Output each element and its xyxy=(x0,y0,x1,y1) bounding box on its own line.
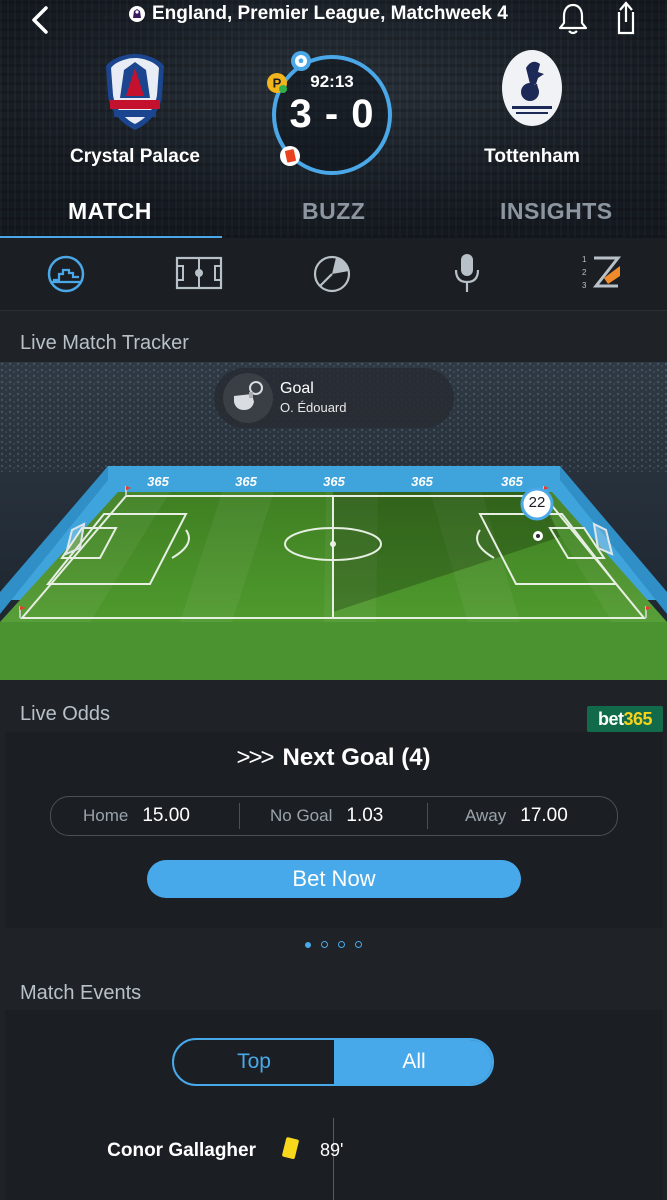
odds-option-away[interactable]: Away 17.00 xyxy=(465,797,568,835)
odds-title: Live Odds xyxy=(20,703,111,725)
ad-board-text: 365 xyxy=(411,474,433,489)
filter-all-button[interactable]: All xyxy=(334,1040,492,1084)
event-minute: 89' xyxy=(320,1140,344,1160)
events-filter-toggle: Top All xyxy=(172,1038,494,1086)
odds-label: No Goal xyxy=(270,806,333,825)
odds-option-home[interactable]: Home 15.00 xyxy=(83,797,190,835)
svg-text:2: 2 xyxy=(582,268,587,277)
away-team-name[interactable]: Tottenham xyxy=(442,146,622,168)
svg-text:3: 3 xyxy=(582,281,587,290)
odds-label: Away xyxy=(465,806,507,825)
filter-top-button[interactable]: Top xyxy=(174,1040,334,1084)
odds-divider xyxy=(427,803,428,829)
premier-league-icon xyxy=(129,6,145,22)
league-info: England, Premier League, Matchweek 4 xyxy=(128,2,508,26)
ad-board-text: 365 xyxy=(235,474,257,489)
bell-icon[interactable] xyxy=(557,2,589,36)
ad-board-text: 365 xyxy=(323,474,345,489)
ad-board-text: 365 xyxy=(147,474,169,489)
odds-option-no-goal[interactable]: No Goal 1.03 xyxy=(270,797,383,835)
tab-buzz[interactable]: BUZZ xyxy=(302,198,365,225)
tab-match[interactable]: MATCH xyxy=(68,198,152,225)
odds-market: >>> Next Goal (4) xyxy=(0,744,667,772)
possession-pie-icon[interactable] xyxy=(308,252,356,296)
main-tabs: MATCH BUZZ INSIGHTS xyxy=(0,190,667,238)
stats-gauge-icon[interactable] xyxy=(42,252,90,296)
match-clock: 92:13 xyxy=(310,72,354,91)
odds-value: 1.03 xyxy=(346,805,384,826)
live-standings-icon[interactable]: 1 2 3 xyxy=(578,252,626,296)
home-team-name[interactable]: Crystal Palace xyxy=(45,146,225,168)
events-title: Match Events xyxy=(20,982,142,1004)
top-bar: England, Premier League, Matchweek 4 xyxy=(0,0,667,40)
bet365-logo[interactable]: bet365 xyxy=(587,706,663,732)
bet-now-button[interactable]: Bet Now xyxy=(147,860,521,898)
tracker-title: Live Match Tracker xyxy=(20,332,189,354)
microphone-icon[interactable] xyxy=(443,252,491,296)
away-team-crest[interactable] xyxy=(500,48,564,128)
svg-text:1: 1 xyxy=(582,255,587,264)
league-title: England, Premier League, Matchweek 4 xyxy=(152,3,508,24)
pager-dot[interactable] xyxy=(338,941,345,949)
pager-dot[interactable] xyxy=(305,941,311,948)
odds-pager[interactable] xyxy=(0,936,667,950)
event-player: O. Édouard xyxy=(280,400,347,415)
odds-value: 15.00 xyxy=(142,805,190,826)
soccer-ball-icon xyxy=(291,51,311,71)
pitch-lineup-icon[interactable] xyxy=(175,252,223,296)
event-player-name[interactable]: Conor Gallagher xyxy=(107,1140,256,1162)
pager-dot[interactable] xyxy=(355,941,362,949)
back-arrow-icon[interactable] xyxy=(26,4,56,36)
share-icon[interactable] xyxy=(610,0,640,36)
odds-divider xyxy=(239,803,240,829)
pager-dot[interactable] xyxy=(321,941,328,949)
odds-label: Home xyxy=(83,806,129,825)
match-section-iconbar: 1 2 3 xyxy=(0,238,667,311)
odds-value: 17.00 xyxy=(520,805,568,826)
player-number-marker: 22 xyxy=(528,494,546,511)
whistle-icon xyxy=(223,373,273,423)
tab-insights[interactable]: INSIGHTS xyxy=(500,198,613,225)
yellow-card-icon xyxy=(282,1137,299,1159)
market-label: Next Goal (4) xyxy=(282,744,431,771)
home-team-crest[interactable] xyxy=(100,50,170,132)
red-card-icon xyxy=(280,146,300,166)
match-score: 3 - 0 xyxy=(289,92,375,136)
match-header: England, Premier League, Matchweek 4 Cry… xyxy=(0,0,667,238)
odds-selector: Home 15.00 No Goal 1.03 Away 17.00 xyxy=(50,796,618,836)
ad-board-text: 365 xyxy=(501,474,523,489)
event-type: Goal xyxy=(280,380,314,397)
chevrons-icon: >>> xyxy=(236,744,274,771)
